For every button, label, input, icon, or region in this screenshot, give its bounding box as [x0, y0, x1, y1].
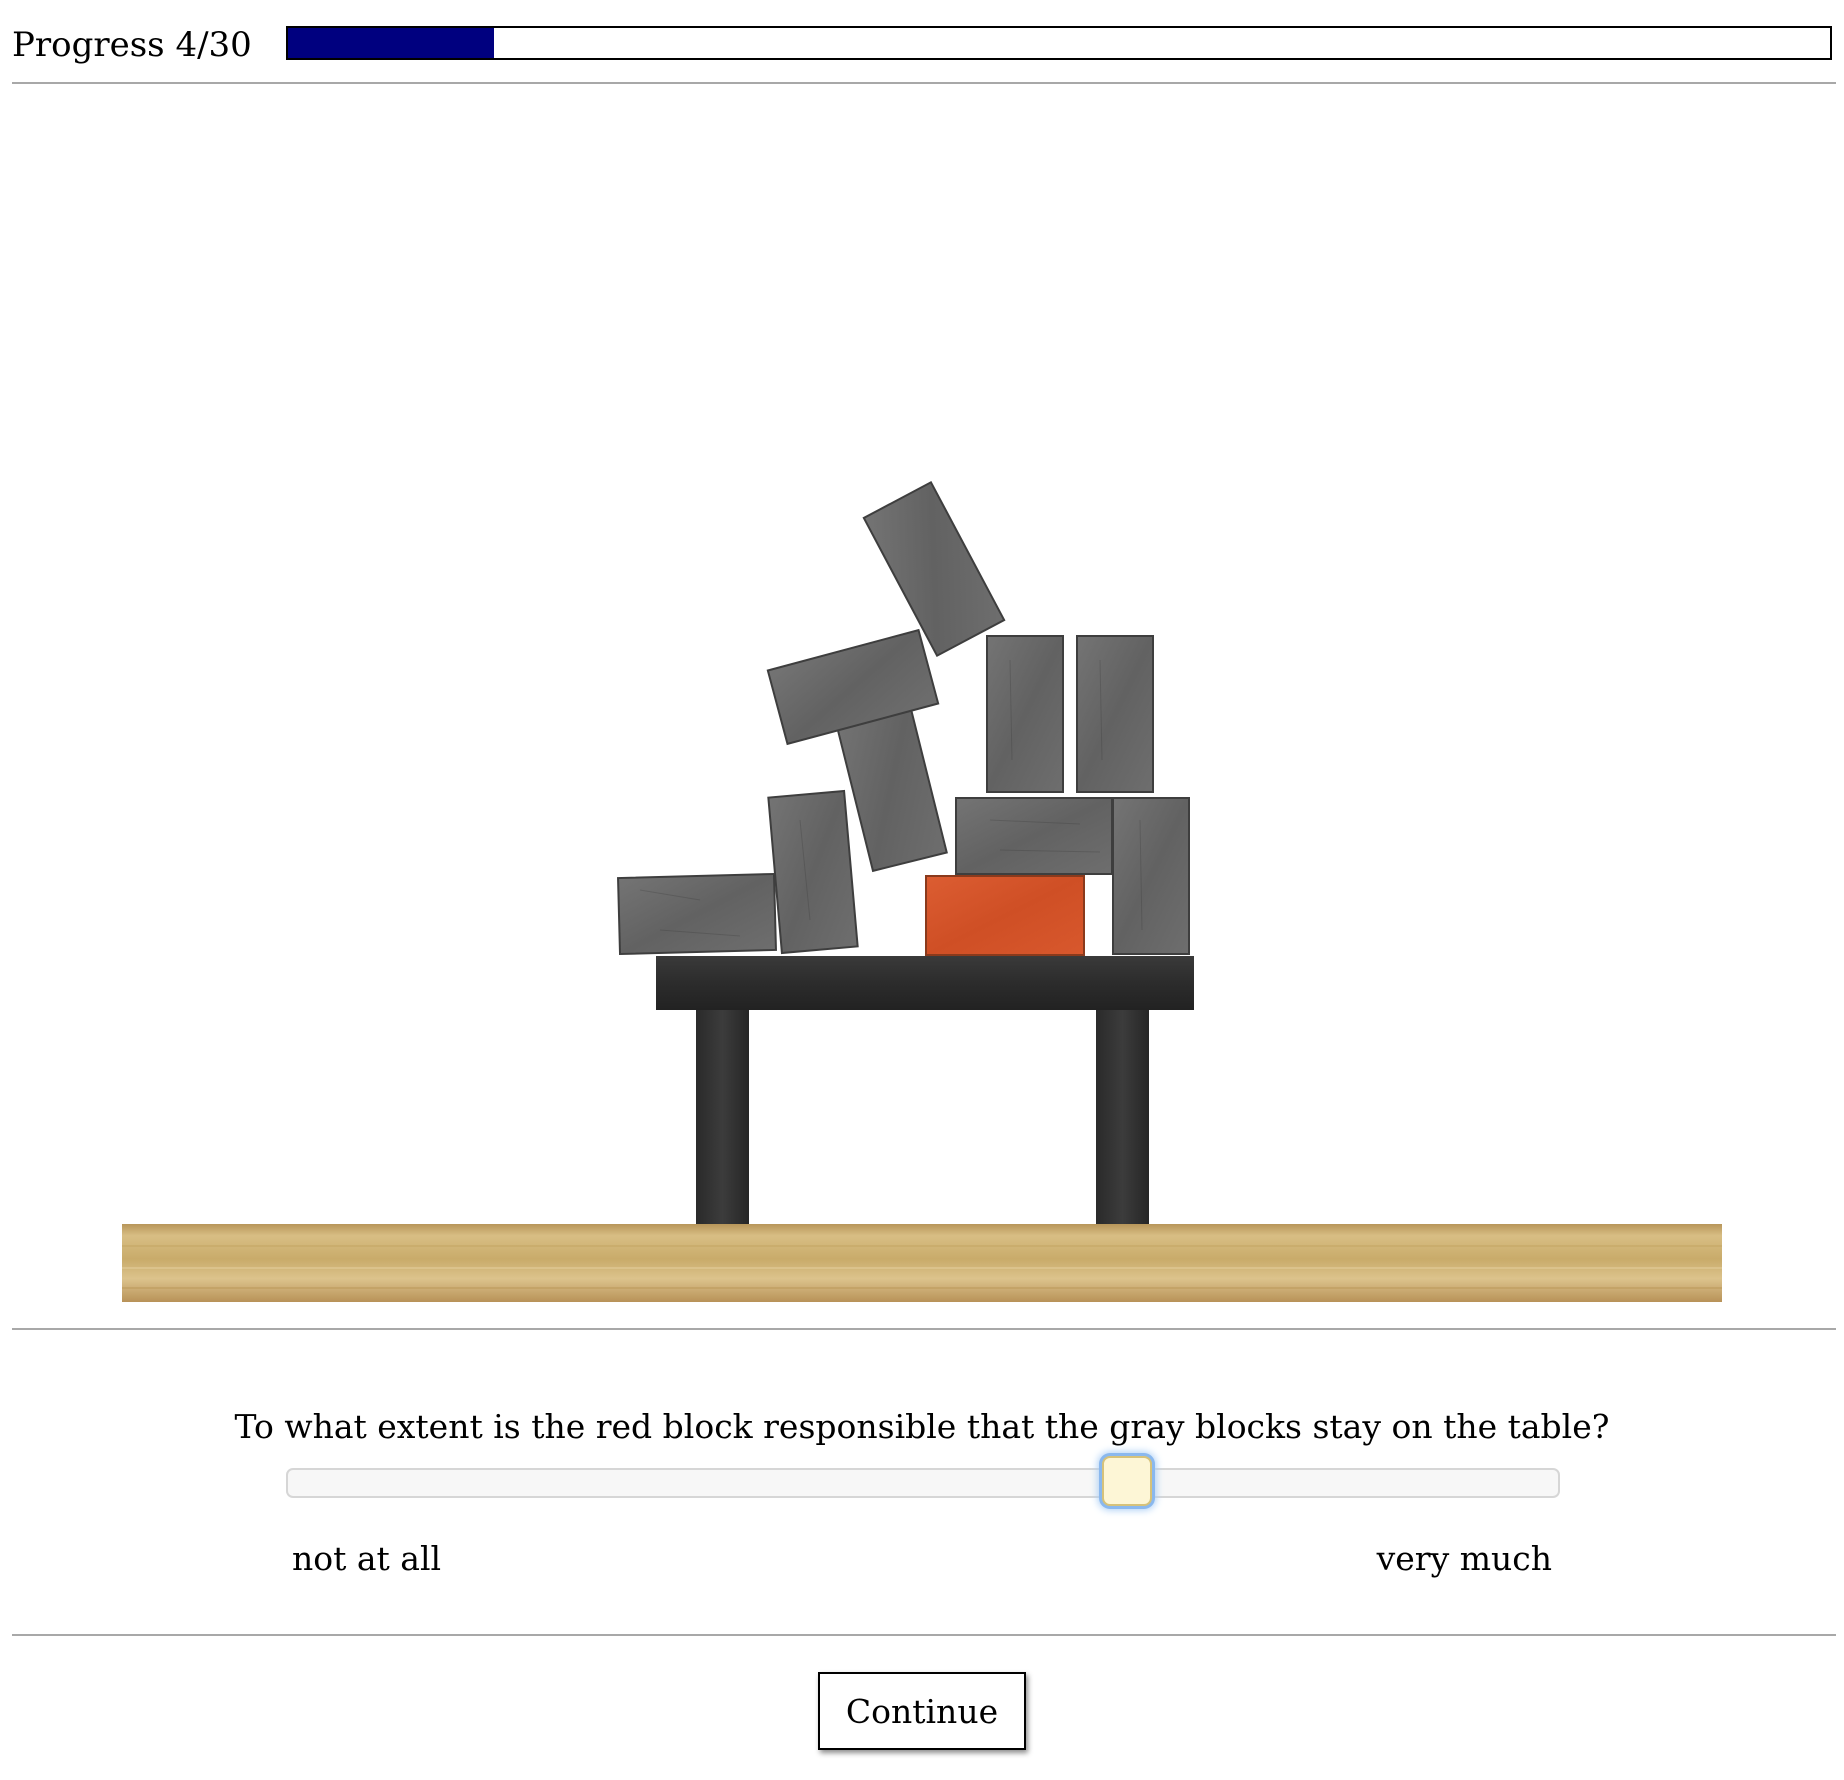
responsibility-slider-track[interactable]: [286, 1468, 1560, 1498]
table-top: [656, 956, 1194, 1010]
slider-handle[interactable]: [1101, 1456, 1152, 1506]
slider-label-min: not at all: [292, 1539, 442, 1578]
red-block: [925, 875, 1085, 956]
block-tower-scene: [122, 480, 1722, 1302]
gray-block: [1076, 635, 1154, 793]
table-leg-left: [696, 1008, 749, 1224]
scene-divider: [12, 1328, 1836, 1330]
slider-label-max: very much: [1376, 1539, 1552, 1578]
ground-plank: [122, 1224, 1722, 1302]
gray-block: [617, 872, 777, 956]
table-leg-right: [1096, 1008, 1149, 1224]
question-text: To what extent is the red block responsi…: [234, 1407, 1610, 1446]
gray-block: [986, 635, 1064, 793]
gray-block: [862, 480, 1006, 658]
gray-block: [1112, 797, 1190, 955]
gray-block: [767, 789, 859, 955]
bottom-divider: [12, 1634, 1836, 1636]
gray-block: [955, 797, 1113, 875]
continue-button[interactable]: Continue: [818, 1672, 1026, 1750]
